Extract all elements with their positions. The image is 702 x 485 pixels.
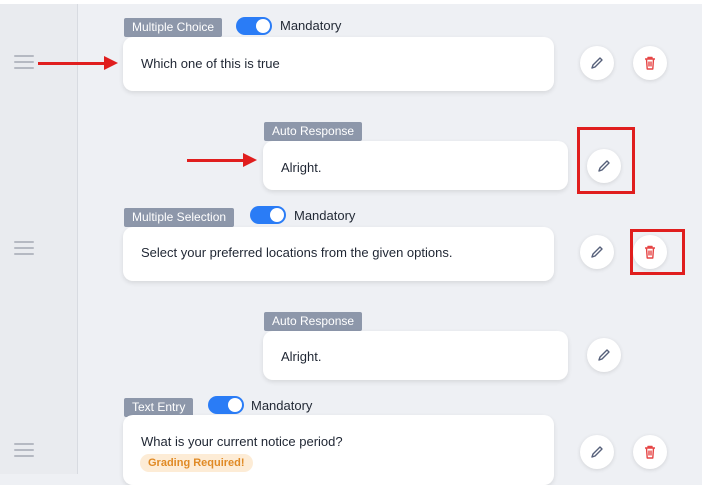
annotation-arrow xyxy=(187,153,257,167)
pencil-icon xyxy=(591,57,603,69)
question-text: Which one of this is true xyxy=(141,56,280,71)
question-card[interactable]: What is your current notice period? Grad… xyxy=(123,415,554,485)
mandatory-label: Mandatory xyxy=(251,398,313,413)
annotation-highlight-box xyxy=(630,229,685,275)
grading-required-badge: Grading Required! xyxy=(140,454,253,472)
trash-icon xyxy=(645,56,655,70)
question-text: Select your preferred locations from the… xyxy=(141,245,453,260)
delete-button[interactable] xyxy=(633,435,667,469)
edit-button[interactable] xyxy=(587,338,621,372)
mandatory-label: Mandatory xyxy=(280,18,342,33)
auto-response-chip: Auto Response xyxy=(264,122,363,141)
mandatory-toggle[interactable] xyxy=(208,396,244,414)
top-edge xyxy=(0,0,702,4)
mandatory-toggle[interactable] xyxy=(250,206,286,224)
auto-response-text: Alright. xyxy=(281,160,322,175)
question-card[interactable]: Which one of this is true xyxy=(123,37,554,91)
edit-button[interactable] xyxy=(580,235,614,269)
trash-icon xyxy=(645,445,655,459)
annotation-arrow xyxy=(38,56,118,70)
left-gutter xyxy=(0,4,78,474)
auto-response-text: Alright. xyxy=(281,349,322,364)
drag-handle-icon[interactable] xyxy=(14,241,34,255)
pencil-icon xyxy=(591,246,603,258)
auto-response-card[interactable]: Alright. xyxy=(263,141,568,190)
question-type-chip: Multiple Selection xyxy=(124,208,235,227)
edit-button[interactable] xyxy=(580,46,614,80)
pencil-icon xyxy=(598,349,610,361)
annotation-highlight-box xyxy=(577,127,635,194)
mandatory-toggle[interactable] xyxy=(236,17,272,35)
drag-handle-icon[interactable] xyxy=(14,443,34,457)
auto-response-card[interactable]: Alright. xyxy=(263,331,568,380)
mandatory-label: Mandatory xyxy=(294,208,356,223)
delete-button[interactable] xyxy=(633,46,667,80)
auto-response-chip: Auto Response xyxy=(264,312,363,331)
edit-button[interactable] xyxy=(580,435,614,469)
question-card[interactable]: Select your preferred locations from the… xyxy=(123,227,554,281)
question-text: What is your current notice period? xyxy=(141,434,343,449)
drag-handle-icon[interactable] xyxy=(14,55,34,69)
question-type-chip: Multiple Choice xyxy=(124,18,223,37)
pencil-icon xyxy=(591,446,603,458)
